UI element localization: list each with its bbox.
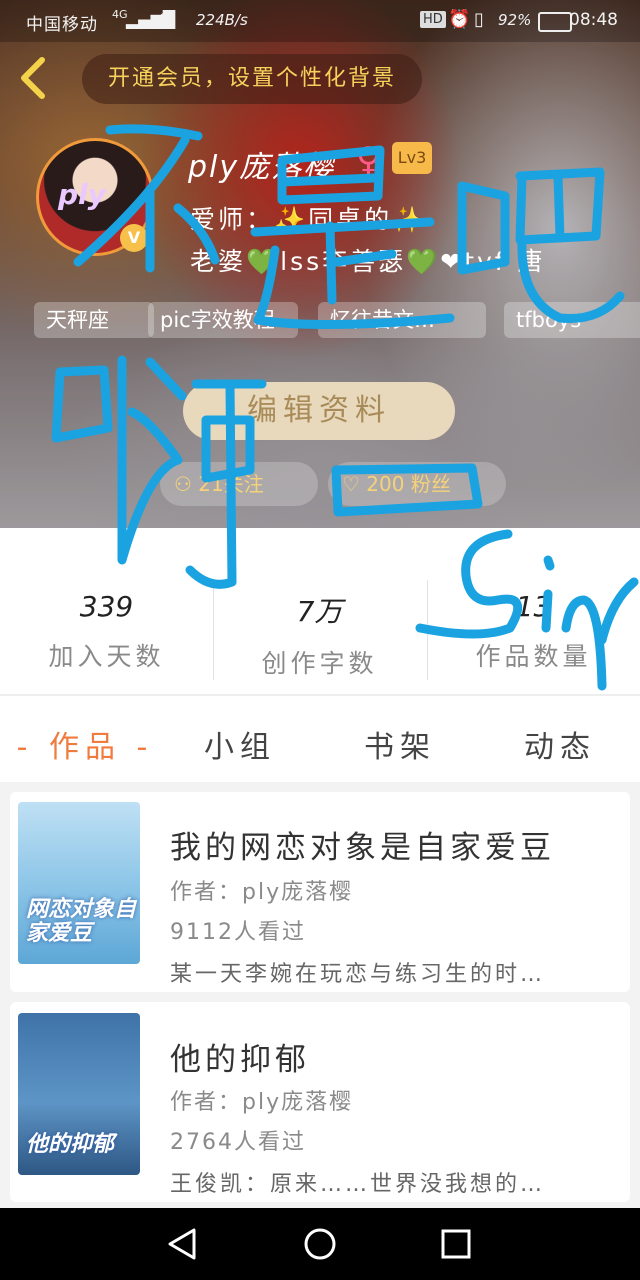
profile-tag[interactable]: pic字效教程 xyxy=(148,302,298,338)
work-views: 9112人看过 xyxy=(170,920,306,945)
status-bar: 中国移动 4G ▂▄▆█ ◠ 224B/s HD ⏰ ▯ 92% 08:48 xyxy=(0,0,640,42)
triangle-back-icon xyxy=(168,1228,196,1260)
nav-back-button[interactable] xyxy=(152,1220,212,1268)
verified-badge: V xyxy=(120,224,148,252)
stat-label: 加入天数 xyxy=(48,642,165,671)
work-author: 作者：ply庞落樱 xyxy=(170,1090,354,1115)
fans-count: 200 粉丝 xyxy=(366,472,451,496)
stat-value: 7万 xyxy=(296,595,343,628)
stat-value: 13 xyxy=(515,590,552,623)
tab-works[interactable]: - 作品 - xyxy=(10,722,160,765)
profile-tag[interactable]: 天秤座 xyxy=(34,302,154,338)
stat-join-days: 339 加入天数 xyxy=(0,590,213,673)
alarm-icon: ⏰ xyxy=(448,9,471,30)
work-description: 某一天李婉在玩恋与练习生的时… xyxy=(170,962,546,987)
stat-value: 339 xyxy=(79,590,134,623)
tab-bookshelf[interactable]: 书架 xyxy=(340,722,460,765)
tab-groups[interactable]: 小组 xyxy=(180,722,300,765)
vibrate-icon: ▯ xyxy=(474,9,484,30)
fans-icon: ♡ xyxy=(342,472,360,496)
work-author: 作者：ply庞落樱 xyxy=(170,880,354,905)
edit-profile-button[interactable]: 编辑资料 xyxy=(183,382,455,440)
nav-home-button[interactable] xyxy=(290,1220,350,1268)
work-cover: 他的抑郁 xyxy=(18,1013,140,1175)
work-title: 他的抑郁 xyxy=(170,1042,310,1078)
tab-indicator-left: - xyxy=(16,730,49,765)
profile-tag[interactable]: tfboys xyxy=(504,302,640,338)
nav-recents-button[interactable] xyxy=(426,1220,486,1268)
work-views: 2764人看过 xyxy=(170,1130,306,1155)
back-button[interactable] xyxy=(16,56,52,100)
user-name: ply庞落樱 xyxy=(188,150,336,185)
bio-line-1: 爱师：✨同桌的✨ xyxy=(190,205,427,234)
battery-icon xyxy=(538,12,572,32)
square-recents-icon xyxy=(441,1229,471,1259)
tab-label: 作品 xyxy=(49,730,121,765)
network-speed: 224B/s xyxy=(196,11,248,29)
level-badge: Lv3 xyxy=(392,142,432,174)
circle-home-icon xyxy=(304,1228,336,1260)
battery-percent: 92% xyxy=(498,11,532,29)
tab-activity[interactable]: 动态 xyxy=(500,722,620,765)
vip-background-banner[interactable]: 开通会员，设置个性化背景 xyxy=(82,54,422,104)
work-title: 我的网恋对象是自家爱豆 xyxy=(170,830,555,866)
following-count: 21关注 xyxy=(198,472,264,496)
cover-title: 他的抑郁 xyxy=(26,1132,115,1157)
stat-label: 作品数量 xyxy=(475,642,592,671)
work-cover: 网恋对象自家爱豆 xyxy=(18,802,140,964)
female-icon: ♀ xyxy=(356,140,381,180)
work-description: 王俊凯：原来……世界没我想的… xyxy=(170,1172,546,1197)
stat-label: 创作字数 xyxy=(261,649,378,678)
hd-badge: HD xyxy=(420,11,446,28)
wifi-icon: ◠ xyxy=(158,8,174,29)
cover-title: 网恋对象自家爱豆 xyxy=(26,897,137,946)
stat-works-count: 13 作品数量 xyxy=(427,590,640,673)
stat-word-count: 7万 创作字数 xyxy=(213,590,426,680)
scribble-stroke xyxy=(543,555,555,571)
bio-line-2: 老婆💚lss李善瑟💚❤tvf 唐 xyxy=(190,247,546,276)
avatar-text: ply xyxy=(58,178,106,211)
carrier-label: 中国移动 xyxy=(26,15,98,35)
back-arrow-icon xyxy=(21,57,45,99)
following-button[interactable]: ⚇ 21关注 xyxy=(160,462,318,506)
tab-indicator-right: - xyxy=(121,730,154,765)
fans-button[interactable]: ♡ 200 粉丝 xyxy=(328,462,506,506)
user-icon: ⚇ xyxy=(174,472,192,496)
clock: 08:48 xyxy=(569,10,618,30)
profile-tag[interactable]: 忆往昔文… xyxy=(318,302,486,338)
